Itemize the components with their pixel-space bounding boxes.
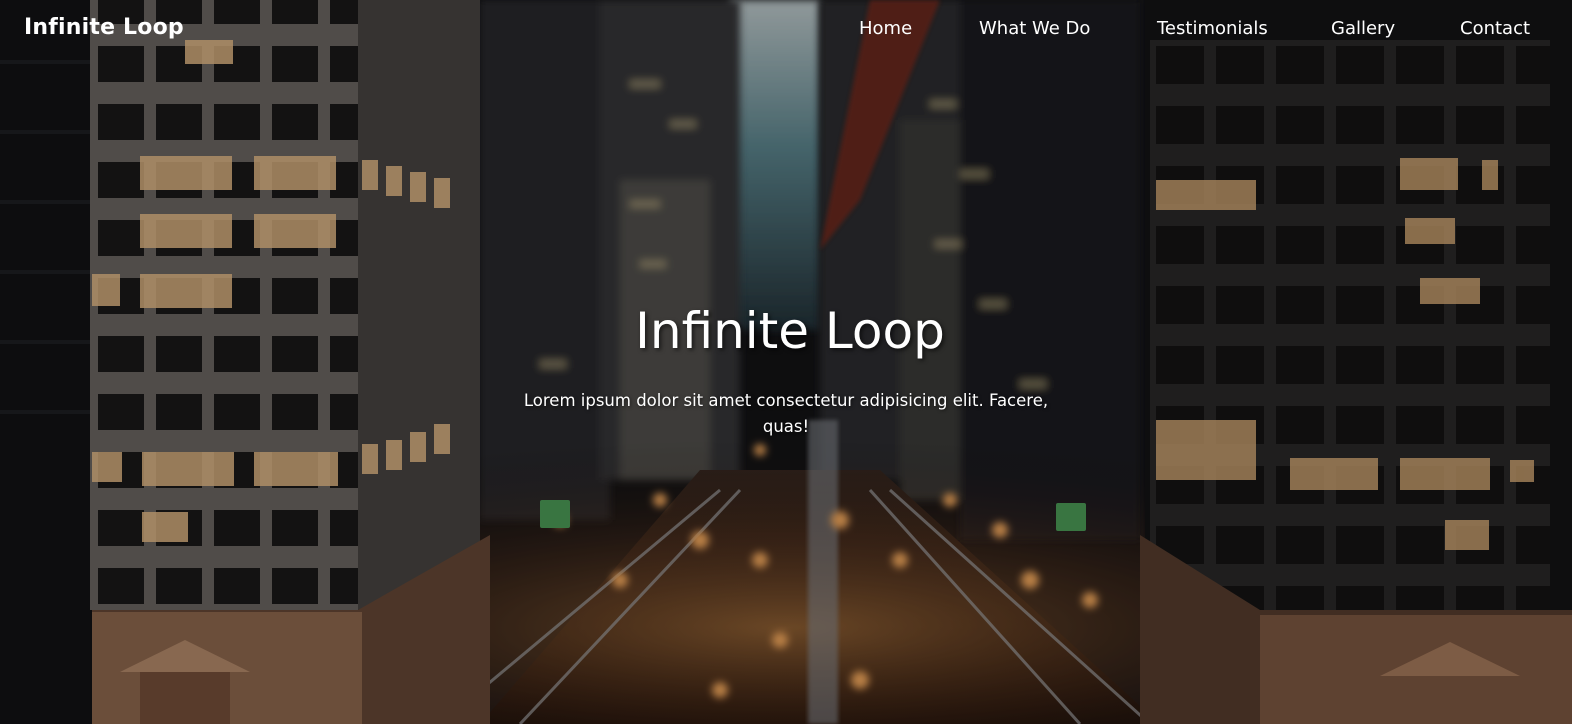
nav-item-gallery: Gallery	[1331, 18, 1395, 39]
hero-content: Infinite Loop Lorem ipsum dolor sit amet…	[0, 300, 1572, 440]
nav-link-gallery[interactable]: Gallery	[1331, 18, 1395, 39]
nav-item-contact: Contact	[1460, 18, 1530, 39]
nav-item-what-we-do: What We Do	[979, 18, 1090, 39]
hero-subtitle: Lorem ipsum dolor sit amet consectetur a…	[523, 391, 1049, 436]
hero-title: Infinite Loop	[635, 302, 945, 360]
navbar: Infinite Loop Home What We Do Testimonia…	[0, 0, 1572, 60]
nav-link-contact[interactable]: Contact	[1460, 18, 1530, 39]
nav-link-home[interactable]: Home	[859, 18, 912, 39]
nav-item-testimonials: Testimonials	[1157, 18, 1268, 39]
nav-item-home: Home	[859, 18, 912, 39]
nav-links: Home What We Do Testimonials Gallery Con…	[0, 18, 1572, 42]
nav-link-what-we-do[interactable]: What We Do	[979, 18, 1090, 39]
nav-link-testimonials[interactable]: Testimonials	[1157, 18, 1268, 39]
